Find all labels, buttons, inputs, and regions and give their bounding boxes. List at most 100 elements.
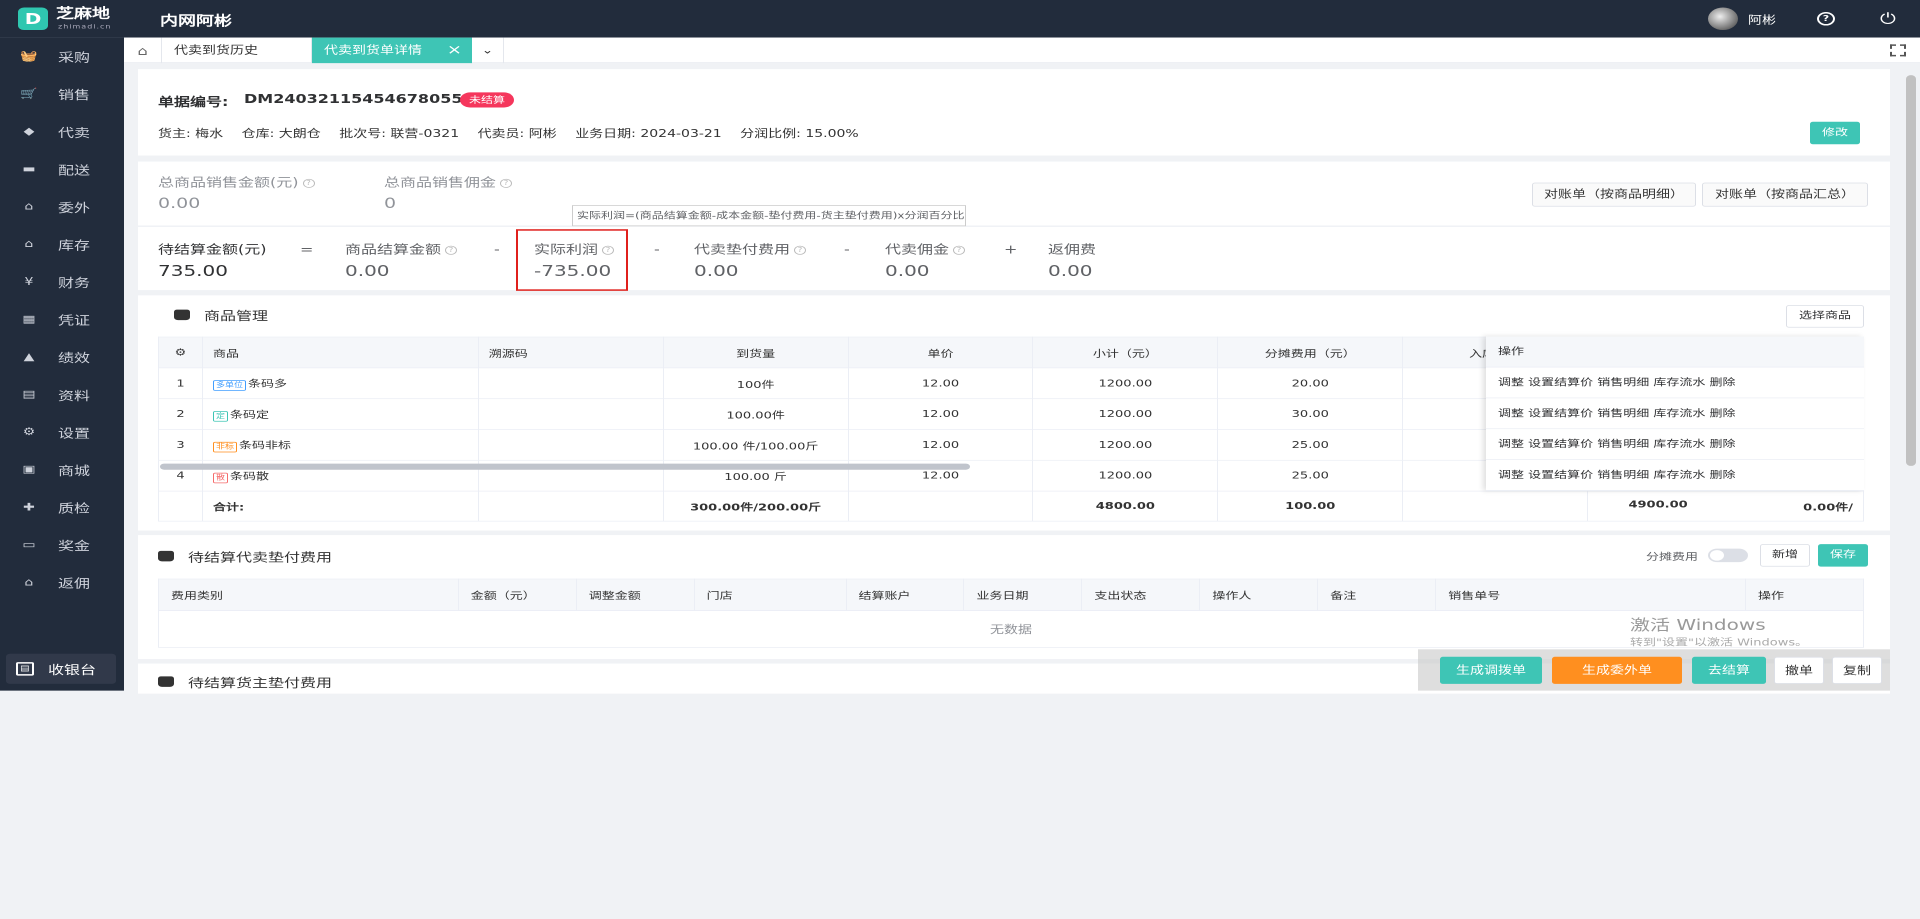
statement-detail-button[interactable]: 对账单（按商品明细） [1532, 182, 1696, 207]
power-icon[interactable]: ⏻ [1880, 9, 1896, 27]
add-button[interactable]: 新增 [1760, 544, 1810, 567]
sidebar-item-10[interactable]: ⚙ 设置 [0, 413, 124, 451]
cashier-icon: ▤ [16, 662, 34, 676]
profit-tooltip: 实际利润=(商品结算金额-成本金额-垫付费用-货主垫付费用)x分润百分比 [572, 205, 966, 227]
goods-section-title: 商品管理 [174, 306, 268, 324]
sum-blank [847, 490, 1034, 522]
tab-arrival-detail[interactable]: 代卖到货单详情 × [312, 37, 472, 64]
edit-button[interactable]: 修改 [1810, 121, 1860, 145]
sum-subtotal: 4800.00 [1032, 490, 1219, 522]
data-icon: ▤ [22, 388, 36, 401]
info-icon[interactable]: ? [500, 178, 513, 188]
sidebar-item-12[interactable]: ✚ 质检 [0, 488, 124, 526]
minus-operator: - [844, 241, 850, 257]
unit-price: 12.00 [847, 367, 1034, 400]
sidebar-item-label: 返佣 [58, 576, 91, 591]
share-fee-toggle[interactable] [1708, 548, 1748, 563]
subtotal: 1200.00 [1032, 459, 1219, 492]
sidebar-item-9[interactable]: ▤ 资料 [0, 376, 124, 414]
row-actions[interactable]: 调整 设置结算价 销售明细 库存流水 删除 [1486, 460, 1864, 491]
info-icon[interactable]: ? [302, 178, 315, 188]
consign-commission-label: 代卖佣金? [885, 239, 966, 257]
sidebar-item-3[interactable]: ▬ 配送 [0, 150, 124, 188]
goods-type-tag: 非标 [212, 441, 237, 453]
sidebar-item-label: 财务 [58, 275, 91, 291]
home-icon[interactable]: ⌂ [124, 37, 162, 64]
meta-ratio: 分润比例: 15.00% [740, 127, 859, 140]
shared-fee: 30.00 [1217, 398, 1404, 430]
generate-outsource-button[interactable]: 生成委外单 [1552, 656, 1682, 684]
sidebar-item-11[interactable]: ▣ 商城 [0, 451, 124, 489]
horizontal-scrollbar[interactable] [160, 463, 970, 470]
select-goods-button[interactable]: 选择商品 [1786, 305, 1864, 328]
sidebar-item-4[interactable]: ⌂ 委外 [0, 188, 124, 226]
shared-fee: 20.00 [1217, 367, 1404, 400]
sidebar-item-7[interactable]: ▦ 凭证 [0, 301, 124, 339]
bonus-icon: ▭ [22, 538, 36, 551]
totals-card: 总商品销售金额(元)? 0.00 总商品销售佣金? 0 对账单（按商品明细） 对… [138, 161, 1890, 226]
tab-arrival-history[interactable]: 代卖到货历史 [162, 37, 312, 64]
chevron-down-icon[interactable]: ⌄ [472, 37, 504, 64]
fees-title-text: 待结算代卖垫付费用 [188, 550, 333, 565]
sidebar-item-14[interactable]: ⌂ 返佣 [0, 564, 124, 602]
rebate-fee-label: 返佣费 [1048, 241, 1097, 257]
performance-icon: ▲ [23, 350, 35, 363]
settle-button[interactable]: 去结算 [1692, 656, 1766, 684]
sidebar-item-label: 商城 [58, 463, 91, 478]
truck-icon: ▬ [22, 163, 36, 176]
clipboard-icon [158, 550, 174, 562]
row-actions[interactable]: 调整 设置结算价 销售明细 库存流水 删除 [1486, 398, 1864, 430]
sidebar-item-0[interactable]: 🧺 采购 [0, 38, 124, 76]
settings-gear-icon[interactable]: ⚙ [158, 336, 203, 369]
finance-icon: ¥ [24, 275, 34, 288]
help-icon[interactable]: ? [1817, 12, 1835, 26]
advance-fee-label-text: 代卖垫付费用 [694, 241, 791, 257]
sidebar-item-13[interactable]: ▭ 奖金 [0, 526, 124, 564]
row-actions[interactable]: 调整 设置结算价 销售明细 库存流水 删除 [1486, 429, 1864, 460]
sidebar-item-1[interactable]: 🛒 销售 [0, 75, 124, 113]
goods-title-text: 商品管理 [204, 308, 269, 324]
save-button[interactable]: 保存 [1818, 544, 1868, 567]
info-icon[interactable]: ? [953, 245, 966, 255]
logo-icon: D [18, 7, 48, 31]
row-actions[interactable]: 调整 设置结算价 销售明细 库存流水 删除 [1486, 367, 1864, 399]
sidebar-item-label: 销售 [58, 87, 91, 103]
sidebar-item-6[interactable]: ¥ 财务 [0, 263, 124, 301]
sidebar-item-5[interactable]: ⌂ 库存 [0, 225, 124, 263]
sidebar-item-2[interactable]: ◆ 代卖 [0, 113, 124, 151]
info-icon[interactable]: ? [445, 245, 458, 255]
sidebar-item-8[interactable]: ▲ 绩效 [0, 338, 124, 376]
sum-fee: 100.00 [1217, 490, 1404, 522]
fee-col-6: 支出状态 [1081, 578, 1201, 611]
meta-seller: 代卖员: 阿彬 [477, 127, 557, 140]
tab-arrival-detail-label: 代卖到货单详情 [324, 44, 422, 57]
settlement-card: 待结算金额(元) 735.00 = 商品结算金额? 0.00 - 实际利润? -… [138, 226, 1890, 291]
storage-icon: ⌂ [24, 238, 34, 251]
subtotal: 1200.00 [1032, 429, 1219, 461]
col-shared-fee: 分摊费用（元） [1217, 336, 1404, 369]
cashier-button[interactable]: ▤ 收银台 [6, 653, 116, 684]
goods-type-tag: 多单位 [212, 380, 246, 391]
statement-summary-button[interactable]: 对账单（按商品汇总） [1702, 182, 1868, 207]
info-icon[interactable]: ? [794, 245, 807, 255]
trace-code [477, 398, 664, 430]
advance-fee-value: 0.00 [694, 261, 739, 280]
meta-owner: 货主: 梅水 [158, 127, 224, 140]
total-commission-value: 0 [384, 195, 397, 212]
fee-col-0: 费用类别 [158, 578, 459, 611]
close-icon[interactable]: × [447, 38, 462, 64]
share-fee-label: 分摊费用 [1646, 551, 1699, 563]
fullscreen-icon[interactable] [1890, 44, 1906, 57]
username[interactable]: 阿彬 [1748, 12, 1776, 27]
copy-button[interactable]: 复制 [1832, 656, 1882, 684]
avatar[interactable] [1708, 7, 1738, 31]
sidebar-item-label: 采购 [58, 50, 91, 65]
vertical-scrollbar[interactable] [1906, 75, 1916, 466]
shared-fee: 25.00 [1217, 459, 1404, 492]
generate-transfer-button[interactable]: 生成调拨单 [1440, 656, 1542, 684]
subtotal: 1200.00 [1032, 367, 1219, 400]
voucher-icon: ▦ [22, 313, 36, 326]
fee-col-8: 备注 [1317, 578, 1437, 611]
goods-name-text: 条码非标 [239, 440, 292, 452]
cancel-order-button[interactable]: 撤单 [1774, 656, 1824, 684]
